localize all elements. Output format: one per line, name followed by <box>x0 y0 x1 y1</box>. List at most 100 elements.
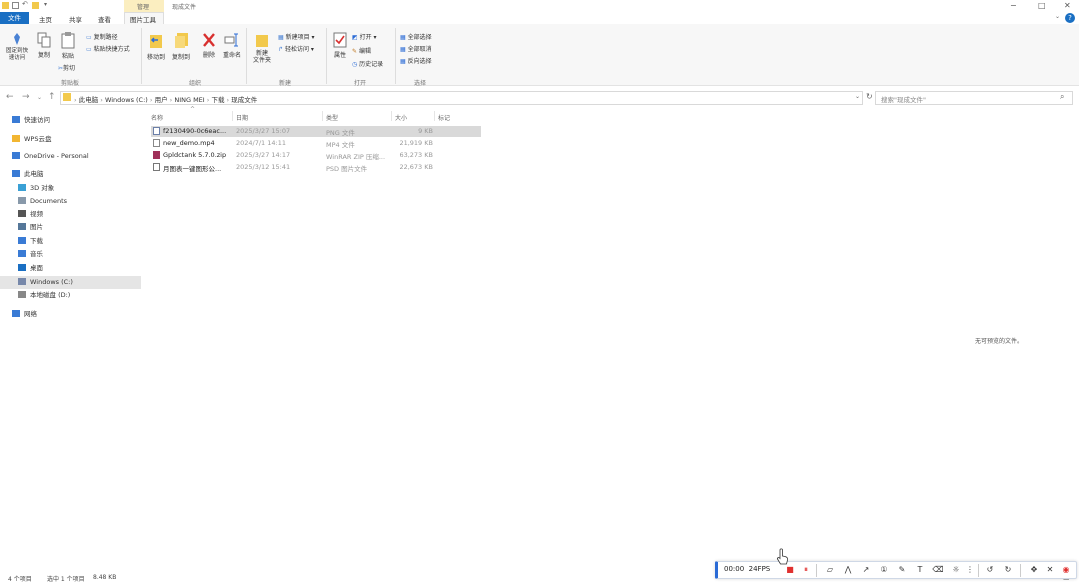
breadcrumb-user[interactable]: NING MEI <box>174 96 204 104</box>
delete-button[interactable]: 删除 <box>200 32 218 59</box>
nav-item[interactable]: 桌面 <box>0 262 141 275</box>
qat-customize-icon[interactable]: ▾ <box>44 1 51 8</box>
easy-access-button[interactable]: ↱ 轻松访问 ▾ <box>278 44 314 53</box>
breadcrumb-downloads[interactable]: 下载 <box>211 96 224 104</box>
tab-home[interactable]: 主页 <box>39 14 52 24</box>
maximize-button[interactable]: □ <box>1038 1 1046 10</box>
select-none-button[interactable]: ▦ 全部取消 <box>400 44 432 53</box>
breadcrumb-windows-c[interactable]: Windows (C:) <box>105 96 148 104</box>
nav-item-label: 此电脑 <box>24 170 44 178</box>
up-button[interactable]: ↑ <box>48 92 56 102</box>
nav-item[interactable]: Windows (C:) <box>0 276 141 289</box>
context-group-label: 管理 <box>137 4 150 11</box>
history-button[interactable]: ◷ 历史记录 <box>352 59 383 68</box>
help-icon[interactable]: ? <box>1065 13 1075 23</box>
nav-item[interactable]: 此电脑 <box>0 168 141 181</box>
copy-to-button[interactable]: 复制到 <box>170 32 192 61</box>
tab-view[interactable]: 查看 <box>98 14 111 24</box>
copy-path-button[interactable]: ▭ 复制路径 <box>86 32 118 41</box>
breadcrumb-this-pc[interactable]: 此电脑 <box>79 96 99 104</box>
new-item-button[interactable]: ▦ 新建项目 ▾ <box>278 32 315 41</box>
cut-button[interactable]: ✂剪切 <box>58 63 75 72</box>
select-all-button[interactable]: ▦ 全部选择 <box>400 32 432 41</box>
delete-x-icon <box>203 33 215 47</box>
nav-item[interactable]: WPS云盘 <box>0 133 141 146</box>
column-header-name[interactable]: 名称 <box>151 113 163 122</box>
new-folder-icon[interactable] <box>32 2 39 9</box>
redo-annotation-icon[interactable]: ↻ <box>1002 564 1014 576</box>
undo-annotation-icon[interactable]: ↺ <box>984 564 996 576</box>
text-tool-icon[interactable]: T <box>914 564 926 576</box>
breadcrumb-current[interactable]: 现成文件 <box>231 96 257 104</box>
pin-quick-access-button[interactable]: 固定到快速访问 <box>4 32 30 62</box>
number-tool-icon[interactable]: ① <box>878 564 890 576</box>
recent-locations-chevron-icon[interactable]: ⌄ <box>37 94 42 101</box>
nav-item-icon <box>12 135 20 142</box>
minimize-button[interactable]: − <box>1010 1 1017 10</box>
nav-item[interactable]: Documents <box>0 195 141 208</box>
file-row[interactable]: 月图表一键图形公... 2025/3/12 15:41 PSD 图片文件 22,673… <box>151 162 481 173</box>
nav-item[interactable]: 快速访问 <box>0 114 141 127</box>
eraser-tool-icon[interactable]: ⌫ <box>932 564 944 576</box>
search-icon[interactable]: ⌕ <box>1060 92 1064 102</box>
column-header-type[interactable]: 类型 <box>326 113 338 122</box>
breadcrumb-users[interactable]: 用户 <box>155 96 168 104</box>
paste-button[interactable]: 粘贴 <box>58 32 78 60</box>
address-history-chevron-icon[interactable]: ⌄ <box>855 93 860 100</box>
undo-icon[interactable]: ↶ <box>22 0 29 8</box>
forward-button[interactable]: → <box>22 92 30 102</box>
nav-item[interactable]: 图片 <box>0 221 141 234</box>
nav-item-label: 视频 <box>30 210 43 218</box>
properties-icon[interactable] <box>12 2 19 9</box>
record-indicator-icon[interactable]: ◉ <box>1060 564 1072 576</box>
clipboard-group-label: 剪贴板 <box>60 80 79 87</box>
more-options-icon[interactable]: ⋮ <box>964 564 976 576</box>
tab-picture-tools[interactable]: 图片工具 <box>130 14 156 24</box>
file-row[interactable]: f2130490-0c6eac... 2025/3/27 15:07 PNG 文件 9… <box>151 126 481 137</box>
refresh-icon[interactable]: ↻ <box>866 92 873 101</box>
column-divider <box>434 111 435 121</box>
paste-shortcut-button[interactable]: ▭ 粘贴快捷方式 <box>86 44 130 53</box>
edit-button[interactable]: ✎ 编辑 <box>352 46 371 55</box>
nav-item[interactable]: 下载 <box>0 235 141 248</box>
properties-button[interactable]: 属性 <box>330 32 350 59</box>
nav-item[interactable]: 音乐 <box>0 248 141 261</box>
column-divider <box>322 111 323 121</box>
nav-item-icon <box>12 170 20 177</box>
file-row[interactable]: Gpldctank 5.7.0.zip 2025/3/27 14:17 WinRAR… <box>151 150 481 161</box>
new-folder-button[interactable]: 新建 文件夹 <box>250 32 274 64</box>
nav-item[interactable]: 本地磁盘 (D:) <box>0 289 141 302</box>
arrow-tool-icon[interactable]: ↗ <box>860 564 872 576</box>
nav-item-icon <box>12 152 20 159</box>
nav-item[interactable]: 3D 对象 <box>0 182 141 195</box>
open-button[interactable]: ◩ 打开 ▾ <box>352 32 377 41</box>
column-header-tags[interactable]: 标记 <box>438 113 450 122</box>
move-toolbar-icon[interactable]: ✥ <box>1028 564 1040 576</box>
invert-selection-button[interactable]: ▦ 反向选择 <box>400 56 432 65</box>
rectangle-tool-icon[interactable]: ▱ <box>824 564 836 576</box>
polyline-tool-icon[interactable]: ⋀ <box>842 564 854 576</box>
history-icon: ◷ <box>352 61 358 68</box>
nav-item[interactable]: 网络 <box>0 308 141 321</box>
column-header-size[interactable]: 大小 <box>395 113 407 122</box>
nav-item[interactable]: OneDrive - Personal <box>0 150 141 163</box>
window-title: 现成文件 <box>172 4 197 11</box>
tab-file[interactable]: 文件 <box>0 12 29 24</box>
rename-button[interactable]: 重命名 <box>222 32 242 59</box>
recorder-divider <box>1020 564 1021 577</box>
tab-share[interactable]: 共享 <box>69 14 82 24</box>
column-header-date[interactable]: 日期 <box>236 113 248 122</box>
copy-button[interactable]: 复制 <box>35 32 53 59</box>
pen-tool-icon[interactable]: ✎ <box>896 564 908 576</box>
ribbon-collapse-icon[interactable]: ⌄ <box>1055 13 1060 20</box>
nav-item[interactable]: 视频 <box>0 208 141 221</box>
close-button[interactable]: ✕ <box>1064 1 1071 10</box>
file-date: 2025/3/27 14:17 <box>236 151 291 159</box>
close-annotations-icon[interactable]: ✕ <box>1044 564 1056 576</box>
back-button[interactable]: ← <box>6 92 14 102</box>
recorder-pause-icon[interactable]: ⏸ <box>800 564 812 576</box>
spotlight-tool-icon[interactable]: ☼ <box>950 564 962 576</box>
move-to-button[interactable]: 移动到 <box>146 32 166 61</box>
file-row[interactable]: new_demo.mp4 2024/7/1 14:11 MP4 文件 21,919 K… <box>151 138 481 149</box>
preview-message: 无可预览的文件。 <box>975 338 1024 345</box>
